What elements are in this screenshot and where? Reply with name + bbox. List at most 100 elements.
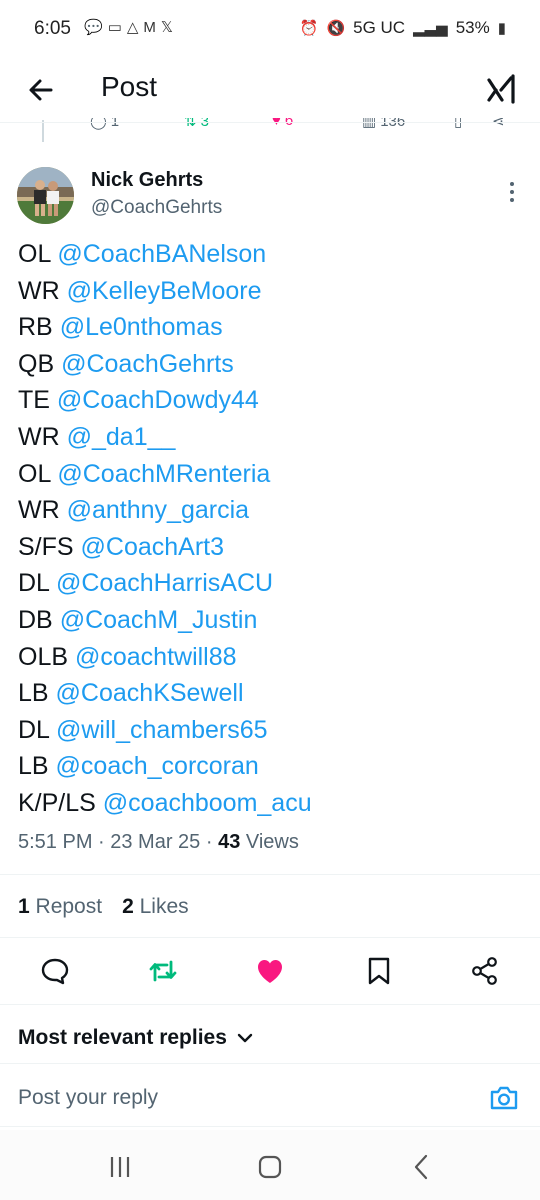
post-timestamp: 5:51 PM · 23 Mar 25 · 43 Views xyxy=(18,831,299,854)
x-icon: 𝕏 xyxy=(160,19,174,36)
repost-button[interactable] xyxy=(148,956,178,986)
signal-icon: ▂▃▅ xyxy=(413,20,448,37)
author-handle[interactable]: @CoachGehrts xyxy=(91,197,222,219)
divider xyxy=(0,122,540,123)
previous-post-actions: ◯ 1 ⇅ 3 ♥ 6 ▥ 136 ▯ ⋖ xyxy=(0,118,540,138)
roster-line: WR @KelleyBeMoore xyxy=(18,273,528,310)
likes-label: Likes xyxy=(139,895,189,918)
mention-link[interactable]: @CoachKSewell xyxy=(56,679,244,707)
divider xyxy=(0,937,540,938)
mention-link[interactable]: @CoachHarrisACU xyxy=(56,569,273,597)
roster-line: LB @coach_corcoran xyxy=(18,748,528,785)
roster-line: WR @anthny_garcia xyxy=(18,492,528,529)
position-label: WR xyxy=(18,276,60,305)
top-app-bar: Post xyxy=(0,62,540,120)
position-label: DL xyxy=(18,569,50,598)
drive-icon: △ xyxy=(126,19,139,36)
post-text: OL @CoachBANelson WR @KelleyBeMoore RB @Le… xyxy=(18,236,528,822)
post-action-bar xyxy=(0,948,540,996)
mention-link[interactable]: @coachtwill88 xyxy=(75,643,237,671)
bookmark-button[interactable] xyxy=(364,956,394,986)
prev-repost-button[interactable]: ⇅ 3 xyxy=(184,118,209,130)
reply-icon xyxy=(41,958,69,985)
chevron-down-icon xyxy=(237,1033,253,1043)
roster-line: LB @CoachKSewell xyxy=(18,675,528,712)
roster-line: DB @CoachM_Justin xyxy=(18,602,528,639)
likes-count: 2 xyxy=(122,895,134,918)
roster-line: DL @will_chambers65 xyxy=(18,712,528,749)
status-bar: 6:05 💬 ▭ △ M 𝕏 ⏰ 🔇 5G UC ▂▃▅ 53% ▮ xyxy=(0,0,540,62)
position-label: LB xyxy=(18,752,49,781)
roster-line: TE @CoachDowdy44 xyxy=(18,382,528,419)
reply-button[interactable] xyxy=(40,956,70,986)
reply-input[interactable]: Post your reply xyxy=(18,1086,158,1110)
avatar[interactable] xyxy=(17,167,74,224)
prev-views-button[interactable]: ▥ 136 xyxy=(362,118,405,130)
mention-link[interactable]: @anthny_garcia xyxy=(67,496,249,524)
reposts-stat[interactable]: 1 Repost xyxy=(18,895,102,919)
mention-link[interactable]: @KelleyBeMoore xyxy=(67,277,262,305)
prev-bookmark-button[interactable]: ▯ xyxy=(454,118,462,130)
battery-percent: 53% xyxy=(455,18,490,37)
position-label: DL xyxy=(18,715,50,744)
arrow-left-icon xyxy=(29,79,53,101)
more-options-button[interactable] xyxy=(502,180,522,204)
prev-reply-count: 1 xyxy=(110,118,120,130)
home-button[interactable] xyxy=(255,1152,285,1182)
prev-like-button[interactable]: ♥ 6 xyxy=(272,118,293,129)
mute-icon: 🔇 xyxy=(326,20,346,37)
mention-link[interactable]: @_da1__ xyxy=(67,423,176,451)
divider xyxy=(0,1126,540,1127)
mention-link[interactable]: @coachboom_acu xyxy=(103,789,312,817)
position-label: TE xyxy=(18,386,50,415)
likes-stat[interactable]: 2 Likes xyxy=(122,895,189,919)
views-count[interactable]: 43 xyxy=(218,831,240,853)
mention-link[interactable]: @CoachGehrts xyxy=(61,350,234,378)
alarm-icon: ⏰ xyxy=(299,20,319,37)
views-label: Views xyxy=(240,831,299,853)
mention-link[interactable]: @CoachMRenteria xyxy=(57,460,270,488)
bookmark-icon xyxy=(368,957,390,985)
position-label: QB xyxy=(18,349,55,378)
camera-button[interactable] xyxy=(488,1082,520,1114)
divider xyxy=(0,1004,540,1005)
like-button[interactable] xyxy=(255,956,285,986)
system-icons: ⏰ 🔇 5G UC ▂▃▅ 53% ▮ xyxy=(300,18,506,38)
recents-icon xyxy=(110,1157,130,1177)
mention-link[interactable]: @CoachDowdy44 xyxy=(57,386,259,414)
mention-link[interactable]: @CoachArt3 xyxy=(81,533,225,561)
position-label: WR xyxy=(18,496,60,525)
divider xyxy=(0,1063,540,1064)
position-label: S/FS xyxy=(18,532,74,561)
views-icon: ▥ xyxy=(362,118,377,130)
roster-line: OL @CoachMRenteria xyxy=(18,456,528,493)
heart-filled-icon xyxy=(258,960,282,983)
chevron-left-icon xyxy=(414,1154,428,1180)
battery-icon: ▮ xyxy=(497,20,506,37)
roster-line: DL @CoachHarrisACU xyxy=(18,565,528,602)
mention-link[interactable]: @coach_corcoran xyxy=(56,752,259,780)
position-label: OL xyxy=(18,240,51,268)
grok-button[interactable] xyxy=(484,72,520,108)
replies-sort-dropdown[interactable]: Most relevant replies xyxy=(18,1026,253,1050)
prev-share-button[interactable]: ⋖ xyxy=(492,118,505,130)
divider xyxy=(0,874,540,875)
recent-apps-button[interactable] xyxy=(105,1152,135,1182)
prev-reply-button[interactable]: ◯ 1 xyxy=(90,118,119,130)
back-nav-button[interactable] xyxy=(407,1152,437,1182)
mention-link[interactable]: @will_chambers65 xyxy=(56,716,268,744)
mention-link[interactable]: @Le0nthomas xyxy=(60,313,223,341)
repost-icon xyxy=(149,960,177,982)
back-button[interactable] xyxy=(24,72,60,108)
mention-link[interactable]: @CoachBANelson xyxy=(57,240,266,268)
replies-sort-label: Most relevant replies xyxy=(18,1026,227,1049)
engagement-stats: 1 Repost 2 Likes xyxy=(18,895,189,919)
author-name[interactable]: Nick Gehrts xyxy=(91,169,203,192)
position-label: K/P/LS xyxy=(18,788,96,817)
mention-link[interactable]: @CoachM_Justin xyxy=(60,606,258,634)
heart-icon: ♥ xyxy=(272,118,281,129)
position-label: RB xyxy=(18,313,53,342)
message-icon: ▭ xyxy=(107,19,122,36)
time-date: 5:51 PM · 23 Mar 25 · xyxy=(18,831,219,853)
share-button[interactable] xyxy=(470,956,500,986)
